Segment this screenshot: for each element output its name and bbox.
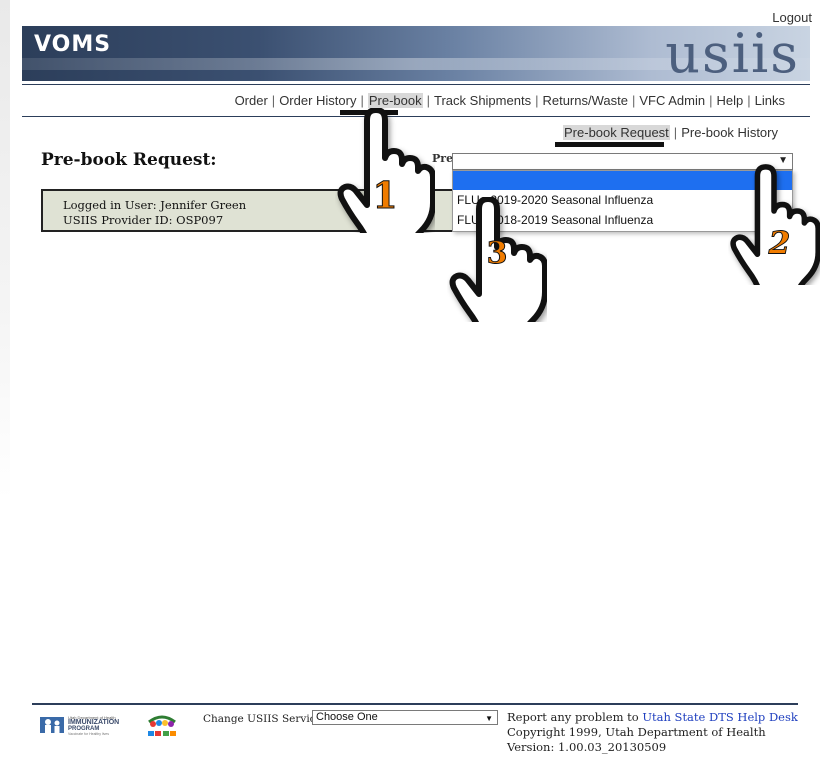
chevron-down-icon: ▼ [485,714,493,723]
pointing-hand-icon-1: 1 [337,108,435,233]
nav-divider-top [22,84,810,85]
nav-links[interactable]: Links [755,93,785,108]
logo-main-text-1: IMMUNIZATION [68,719,120,726]
copyright-text: Copyright 1999, Utah Department of Healt… [507,725,766,739]
nav-returns-waste[interactable]: Returns/Waste [542,93,628,108]
pointing-hand-icon-2: 2 [730,164,820,285]
nav-pre-book[interactable]: Pre-book [367,93,423,108]
help-desk-link[interactable]: Utah State DTS Help Desk [642,710,798,724]
page-title: Pre-book Request: [41,150,217,170]
logout-link[interactable]: Logout [772,10,812,25]
version-text: Version: 1.00.03_20130509 [507,740,667,754]
usiis-kids-logo [148,715,176,736]
nav-order[interactable]: Order [235,93,268,108]
nav-help[interactable]: Help [717,93,744,108]
step-number-1: 1 [372,175,397,217]
step-number-2: 2 [768,225,791,261]
tab-pre-book-request[interactable]: Pre-book Request [563,125,670,140]
tab-pre-book-history[interactable]: Pre-book History [681,125,778,140]
sub-nav: Pre-book Request | Pre-book History [563,125,778,140]
report-prefix: Report any problem to [507,710,639,724]
immunization-program-logo: Utah Department of Health IMMUNIZATION P… [40,715,124,736]
pointing-hand-icon-3: 3 [449,197,547,322]
footer-divider [32,703,798,705]
step-number-3: 3 [487,236,508,271]
change-service-label: Change USIIS Service: [203,713,326,725]
prebook-select-label: Pre [432,152,454,165]
active-tab-underline [555,142,664,147]
nav-order-history[interactable]: Order History [279,93,356,108]
footer-info: Report any problem to Utah State DTS Hel… [507,710,798,755]
header-banner: VOMS usiis [22,26,810,81]
usiis-logo: usiis [665,26,800,81]
logo-tagline: Vaccinate for Healthy lives [68,732,109,736]
change-service-value: Choose One [316,711,378,723]
main-nav: Order | Order History | Pre-book | Track Shipm… [234,93,785,108]
nav-track-shipments[interactable]: Track Shipments [434,93,531,108]
change-service-select[interactable]: Choose One ▼ [312,710,498,725]
nav-vfc-admin[interactable]: VFC Admin [639,93,705,108]
brand-logo: VOMS [34,32,112,57]
